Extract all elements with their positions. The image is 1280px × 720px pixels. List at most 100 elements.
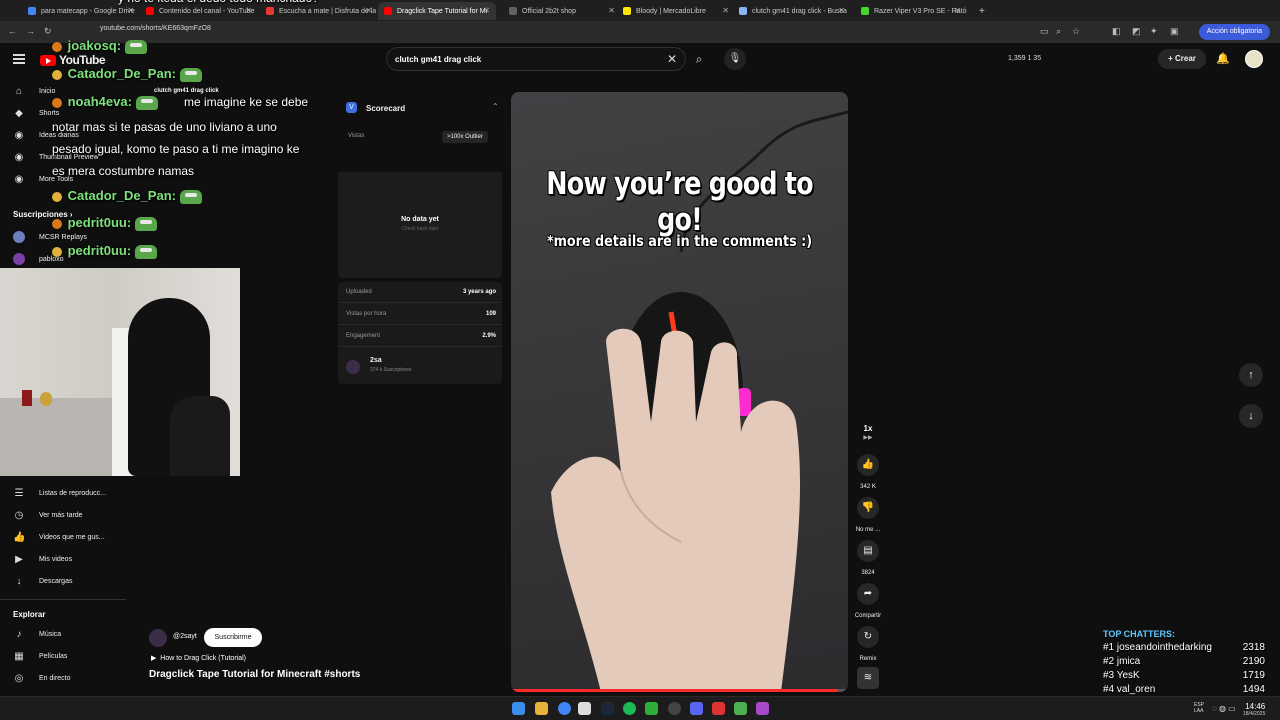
- discord-icon[interactable]: [690, 702, 703, 715]
- scorecard-channel: 2sa: [370, 357, 382, 364]
- profile-icon[interactable]: ▣: [1170, 26, 1179, 37]
- check-back-text: Check back later: [401, 226, 439, 232]
- pepe-emote-icon: [135, 216, 158, 231]
- obs-icon[interactable]: [668, 702, 681, 715]
- scorecard-title: Scorecard: [366, 104, 406, 113]
- wifi-volume-icons[interactable]: ◌ ◍ ▭: [1212, 704, 1236, 713]
- extension-icon-2[interactable]: ◩: [1132, 26, 1141, 37]
- star-icon[interactable]: ☆: [1072, 26, 1080, 37]
- dislike-button[interactable]: 👎 No me ...: [856, 497, 880, 533]
- system-clock[interactable]: 14:46 18/4/2025: [1243, 702, 1265, 717]
- share-button[interactable]: ➦ Compartir: [855, 583, 881, 619]
- clear-search-icon[interactable]: ✕: [667, 52, 677, 66]
- chat-message: me imagine ke se debe: [184, 95, 309, 109]
- comments-button[interactable]: ▤ 3824: [857, 540, 879, 576]
- notepad-icon[interactable]: [578, 702, 591, 715]
- browser-tab[interactable]: Official 2b2t shop ✕: [503, 2, 621, 20]
- browser-tab[interactable]: Razer Viper V3 Pro SE - Ratón ✕: [855, 2, 967, 20]
- sidebar-item-label: Ver más tarde: [39, 512, 83, 519]
- sidebar-item-live[interactable]: ◎ En directo: [13, 673, 71, 684]
- reload-icon[interactable]: ↻: [44, 26, 52, 37]
- tab-close-icon[interactable]: ✕: [365, 6, 372, 15]
- cast-icon[interactable]: ▭: [1040, 26, 1049, 37]
- puzzle-icon[interactable]: ✦: [1150, 26, 1158, 37]
- tab-close-icon[interactable]: ✕: [608, 6, 615, 15]
- language-indicator[interactable]: ESP LAA: [1194, 702, 1204, 714]
- sidebar-item-film[interactable]: ▦ Películas: [13, 651, 67, 662]
- thumbnail-icon: ◉: [14, 152, 24, 163]
- tab-close-icon[interactable]: ✕: [245, 6, 252, 15]
- comment-count: 3824: [861, 570, 875, 576]
- music-icon: ♪: [16, 629, 22, 640]
- tab-close-icon[interactable]: ✕: [838, 6, 845, 15]
- zoom-icon[interactable]: ⌕: [1056, 26, 1061, 37]
- app-icon-2[interactable]: [734, 702, 747, 715]
- subscribe-button[interactable]: Suscribirme: [204, 628, 262, 647]
- sound-button[interactable]: ≋: [857, 667, 879, 689]
- remix-button[interactable]: ↻ Remix: [857, 626, 879, 662]
- minecraft-icon[interactable]: [645, 702, 658, 715]
- browser-tab[interactable]: Bloody | MercadoLibre ✕: [617, 2, 735, 20]
- app-icon-3[interactable]: [756, 702, 769, 715]
- browser-tab[interactable]: Dragclick Tape Tutorial for Mi ✕: [378, 2, 496, 20]
- create-button[interactable]: + Crear: [1158, 49, 1206, 69]
- speed-icon: ▶▶: [863, 435, 873, 441]
- next-video-icon[interactable]: ↓: [1239, 404, 1263, 428]
- ideas-icon: ◉: [14, 130, 24, 141]
- sidebar-item-like[interactable]: 👍 Videos que me gus...: [13, 532, 105, 543]
- collapse-icon[interactable]: ⌃: [492, 102, 499, 111]
- channel-handle[interactable]: @2sayt: [173, 633, 197, 640]
- tab-favicon-icon: [28, 7, 36, 15]
- file-explorer-icon[interactable]: [535, 702, 548, 715]
- sidebar-item-shorts[interactable]: ◆ Shorts: [13, 108, 59, 119]
- search-icon[interactable]: ⌕: [688, 48, 710, 70]
- sidebar-item-label: Videos que me gus...: [39, 534, 105, 541]
- search-input[interactable]: clutch gm41 drag click ✕: [386, 47, 686, 71]
- like-icon: 👍: [857, 454, 879, 476]
- person: [170, 396, 230, 476]
- chat-message: notar mas si te pasas de uno liviano a u…: [52, 120, 277, 134]
- start-icon[interactable]: [512, 702, 525, 715]
- sidebar-item-inicio[interactable]: ⌂ Inicio: [13, 86, 55, 97]
- video-progress-bar[interactable]: [511, 689, 848, 692]
- forward-icon[interactable]: →: [26, 26, 35, 36]
- shorts-video-player[interactable]: Now you’re good to go! *more details are…: [511, 92, 848, 692]
- browser-tab[interactable]: clutch gm41 drag click - Busca ✕: [733, 2, 851, 20]
- tab-close-icon[interactable]: ✕: [954, 6, 961, 15]
- steam-icon[interactable]: [601, 702, 614, 715]
- sidebar-item-video[interactable]: ▶ Mis videos: [13, 554, 72, 565]
- url-text[interactable]: youtube.com/shorts/KE663qmFzO8: [100, 25, 211, 32]
- sidebar-item-clock[interactable]: ◷ Ver más tarde: [13, 510, 83, 521]
- extension-icon[interactable]: ◧: [1112, 26, 1121, 37]
- spotify-icon[interactable]: [623, 702, 636, 715]
- like-button[interactable]: 👍 342 K: [857, 454, 879, 490]
- tab-close-icon[interactable]: ✕: [722, 6, 729, 15]
- related-video-link[interactable]: ▶ How to Drag Click (Tutorial): [151, 654, 246, 662]
- chat-username-text: pedrit0uu:: [64, 215, 132, 230]
- new-tab-icon[interactable]: +: [973, 2, 985, 20]
- account-avatar[interactable]: [1245, 50, 1263, 68]
- chrome-icon[interactable]: [558, 702, 571, 715]
- share-icon: ➦: [857, 583, 879, 605]
- youtube-logo[interactable]: YouTube: [40, 53, 106, 67]
- menu-icon[interactable]: [13, 54, 25, 64]
- notifications-icon[interactable]: 🔔: [1216, 52, 1230, 65]
- sidebar-item-label: Mis videos: [39, 556, 73, 563]
- app-icon[interactable]: [712, 702, 725, 715]
- back-icon[interactable]: ←: [8, 26, 17, 36]
- sidebar-item-music[interactable]: ♪ Música: [13, 629, 62, 640]
- previous-video-icon[interactable]: ↑: [1239, 363, 1263, 387]
- microphone-icon[interactable]: 🎙: [724, 48, 746, 70]
- subscription-item[interactable]: MCSR Replays: [13, 231, 87, 243]
- tab-close-icon[interactable]: ✕: [127, 6, 134, 15]
- sidebar-item-download[interactable]: ↓ Descargas: [13, 576, 73, 587]
- playback-speed[interactable]: 1x ▶▶: [857, 424, 879, 441]
- pepe-emote-icon: [135, 244, 158, 259]
- channel-avatar[interactable]: [149, 629, 167, 647]
- tab-close-icon[interactable]: ✕: [483, 6, 490, 15]
- chatter-rank-name: #1 joseandointhedarking: [1103, 642, 1212, 653]
- required-action-button[interactable]: Acción obligatoria: [1198, 24, 1270, 40]
- chat-username: Catador_De_Pan:: [52, 66, 202, 82]
- top-chatter-row: #2 jmica 2190: [1103, 656, 1271, 670]
- sidebar-item-playlist[interactable]: ☰ Listas de reproducc...: [13, 488, 106, 499]
